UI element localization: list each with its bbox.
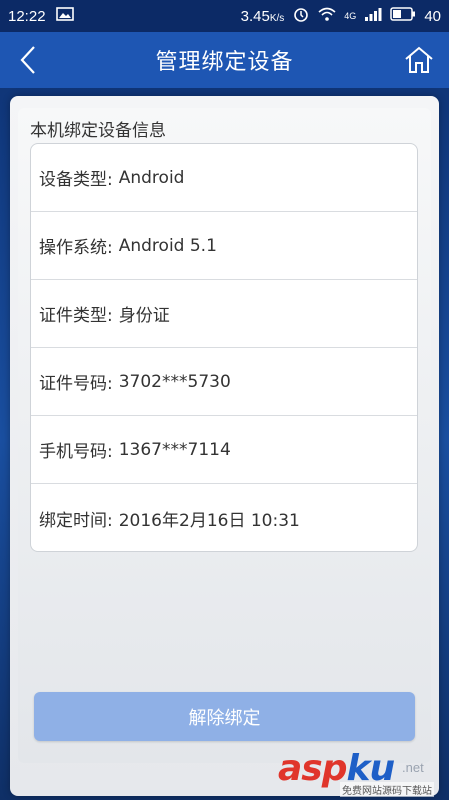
info-row-bind-time: 绑定时间: 2016年2月16日 10:31 xyxy=(31,484,417,551)
info-label: 设备类型: xyxy=(39,170,113,190)
wifi-icon xyxy=(318,6,336,26)
info-row-phone: 手机号码: 1367***7114 xyxy=(31,416,417,484)
info-value: 身份证 xyxy=(118,306,170,326)
info-row-device-type: 设备类型: Android xyxy=(31,144,417,212)
unbind-button[interactable]: 解除绑定 xyxy=(34,692,415,741)
info-row-id-number: 证件号码: 3702***5730 xyxy=(31,348,417,416)
image-notification-icon xyxy=(55,6,74,26)
info-value: Android 5.1 xyxy=(118,235,217,256)
info-label: 证件号码: xyxy=(39,374,113,394)
home-button[interactable] xyxy=(399,40,439,80)
signal-icon xyxy=(364,6,382,26)
watermark-subtitle: 免费网站源码下载站 xyxy=(340,782,434,797)
section-title: 本机绑定设备信息 xyxy=(30,121,166,141)
status-bar: 12:22 3.45K/s 4G 40 xyxy=(0,0,449,32)
info-row-id-type: 证件类型: 身份证 xyxy=(31,280,417,348)
clock: 12:22 xyxy=(8,7,46,25)
watermark-suffix: .net xyxy=(402,760,424,775)
info-value: 1367***7114 xyxy=(118,439,231,460)
info-label: 手机号码: xyxy=(39,442,113,462)
chevron-left-icon xyxy=(20,46,35,74)
info-value: Android xyxy=(118,167,185,188)
network-type: 4G xyxy=(344,11,357,21)
device-info-card: 设备类型: Android 操作系统: Android 5.1 证件类型: 身份… xyxy=(30,143,418,552)
info-label: 证件类型: xyxy=(39,306,113,326)
info-label: 绑定时间: xyxy=(39,510,113,531)
title-bar: 管理绑定设备 xyxy=(0,32,449,88)
info-row-os: 操作系统: Android 5.1 xyxy=(31,212,417,280)
info-value: 2016年2月16日 10:31 xyxy=(118,510,300,531)
home-icon xyxy=(405,46,433,73)
info-label: 操作系统: xyxy=(39,238,113,258)
battery-level: 40 xyxy=(424,7,441,25)
back-button[interactable] xyxy=(8,40,48,80)
battery-icon xyxy=(390,7,416,25)
info-value: 3702***5730 xyxy=(118,371,231,392)
network-speed: 3.45K/s xyxy=(240,7,285,25)
alarm-icon xyxy=(292,6,310,26)
page-title: 管理绑定设备 xyxy=(155,50,294,75)
